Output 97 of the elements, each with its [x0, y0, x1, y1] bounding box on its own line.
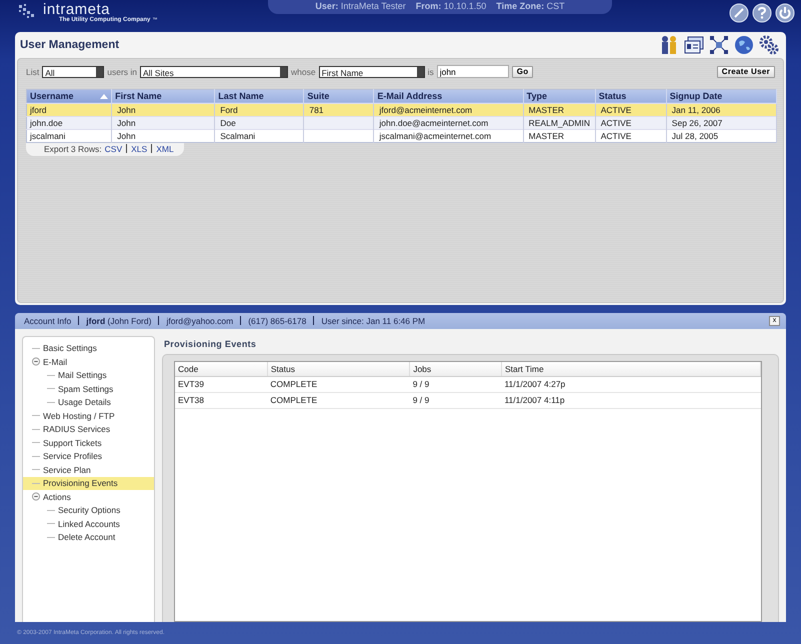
column-header[interactable]: Status: [595, 89, 666, 104]
table-cell: 11/1/2007 4:27p: [504, 379, 566, 389]
table-cell: John: [117, 104, 136, 115]
site-select[interactable]: All Sites: [140, 66, 288, 78]
column-header[interactable]: Start Time: [501, 362, 760, 376]
power-icon[interactable]: [775, 3, 795, 23]
logo-wordmark: intrameta: [43, 3, 110, 17]
session-label: User:: [315, 1, 338, 11]
filter-label: whose: [291, 66, 316, 77]
table-cell: 781: [309, 104, 324, 115]
column-header[interactable]: E-Mail Address: [374, 89, 524, 104]
table-row[interactable]: jford John Ford 781 jford@acmeinternet.com MASTER ACTIVE Jan 11, 2006: [26, 103, 776, 116]
section-title: Provisioning Events: [163, 338, 258, 351]
table-cell: EVT39: [178, 379, 204, 389]
table-cell: MASTER: [528, 104, 564, 115]
session-value: 10.10.1.50: [444, 1, 486, 11]
id-card-icon[interactable]: [683, 34, 705, 56]
table-row[interactable]: john.doe John Doe john.doe@acmeinternet.com REALM_ADMIN ACTIVE Sep 26, 2007: [26, 116, 776, 130]
tree-item[interactable]: Spam Settings: [23, 382, 154, 396]
tree-item[interactable]: Web Hosting / FTP: [23, 409, 154, 422]
table-cell: ACTIVE: [600, 118, 632, 128]
table-cell: EVT38: [178, 395, 204, 405]
table-cell: Jul 28, 2005: [672, 130, 718, 141]
network-icon[interactable]: [708, 34, 730, 56]
gears-icon[interactable]: [758, 34, 780, 56]
column-header[interactable]: First Name: [112, 89, 215, 104]
page-title: User Management: [20, 38, 120, 51]
list-select[interactable]: All: [42, 66, 104, 78]
session-value: CST: [546, 1, 565, 11]
tree-item[interactable]: Mail Settings: [23, 368, 154, 382]
table-cell: Scalmani: [220, 130, 256, 141]
go-button[interactable]: Go: [512, 66, 534, 78]
table-cell: MASTER: [528, 130, 564, 141]
column-header[interactable]: Type: [523, 89, 596, 104]
table-cell: john.doe@acmeinternet.com: [379, 118, 488, 128]
collapse-icon[interactable]: [32, 357, 40, 366]
table-cell: COMPLETE: [270, 395, 318, 405]
tree-item[interactable]: RADIUS Services: [23, 422, 154, 436]
column-header[interactable]: Last Name: [214, 89, 304, 104]
table-cell: jford@acmeinternet.com: [379, 104, 472, 115]
filter-label: List: [26, 66, 40, 77]
export-label: Export 3 Rows:: [44, 144, 102, 154]
table-cell: REALM_ADMIN: [528, 118, 590, 128]
column-header[interactable]: Status: [267, 362, 410, 376]
table-cell: john.doe: [30, 118, 63, 128]
account-detail: User since: Jan 11 6:46 PM: [321, 316, 426, 326]
tree-item[interactable]: Provisioning Events: [23, 476, 154, 490]
table-cell: COMPLETE: [270, 379, 318, 389]
help-icon[interactable]: [752, 3, 772, 23]
filter-label: is: [428, 66, 434, 77]
export-link[interactable]: XML: [156, 144, 174, 154]
table-cell: John: [117, 118, 136, 128]
column-header[interactable]: Signup Date: [666, 89, 776, 104]
tree-item[interactable]: Support Tickets: [23, 436, 154, 450]
table-cell: 9 / 9: [412, 379, 430, 389]
table-cell: 9 / 9: [412, 395, 430, 405]
table-cell: Ford: [220, 104, 238, 115]
table-cell: John: [117, 130, 136, 141]
session-label: Time Zone:: [496, 1, 544, 11]
search-field[interactable]: john: [436, 65, 509, 78]
export-link[interactable]: XLS: [131, 144, 148, 154]
globe-icon[interactable]: [733, 34, 755, 56]
account-detail: jford (John Ford): [86, 316, 152, 326]
column-header[interactable]: Jobs: [410, 362, 502, 376]
filter-label: users in: [107, 66, 137, 77]
tree-item[interactable]: E-Mail: [23, 355, 154, 368]
table-row[interactable]: jscalmani John Scalmani jscalmani@acmeinternet.com MASTER ACTIVE Jul 28, 2005: [26, 129, 776, 142]
tree-item[interactable]: Service Plan: [23, 463, 154, 476]
tree-item[interactable]: Usage Details: [23, 396, 154, 409]
table-cell: ACTIVE: [600, 104, 632, 115]
table-cell: Jan 11, 2006: [672, 104, 720, 115]
tree-item[interactable]: Security Options: [23, 504, 154, 517]
tree-item[interactable]: Service Profiles: [23, 450, 154, 463]
table-cell: jford: [30, 104, 47, 115]
tree-item[interactable]: Linked Accounts: [23, 517, 154, 530]
table-cell: Sep 26, 2007: [672, 118, 722, 128]
table-cell: ACTIVE: [600, 130, 632, 141]
account-detail: jford@yahoo.com: [166, 316, 234, 326]
session-label: From:: [416, 1, 442, 11]
session-value: IntraMeta Tester: [340, 1, 406, 11]
account-detail: Account Info: [24, 316, 72, 326]
field-select[interactable]: First Name: [318, 66, 425, 78]
tree-item[interactable]: Delete Account: [23, 530, 154, 544]
table-cell: 11/1/2007 4:11p: [504, 395, 565, 405]
account-detail: (617) 865-6178: [248, 316, 306, 326]
create-user-button[interactable]: Create User: [716, 66, 775, 78]
tree-item[interactable]: Actions: [23, 490, 154, 504]
export-link[interactable]: CSV: [104, 144, 122, 154]
table-cell: jscalmani@acmeinternet.com: [379, 130, 492, 141]
table-cell: Doe: [220, 118, 236, 128]
collapse-icon[interactable]: [32, 492, 40, 502]
tree-item[interactable]: Basic Settings: [23, 342, 154, 355]
sort-arrow-icon: [100, 94, 108, 99]
column-header[interactable]: Username: [26, 89, 112, 104]
column-header[interactable]: Suite: [304, 89, 374, 104]
table-cell: jscalmani: [30, 130, 66, 141]
column-header[interactable]: Code: [175, 362, 268, 376]
